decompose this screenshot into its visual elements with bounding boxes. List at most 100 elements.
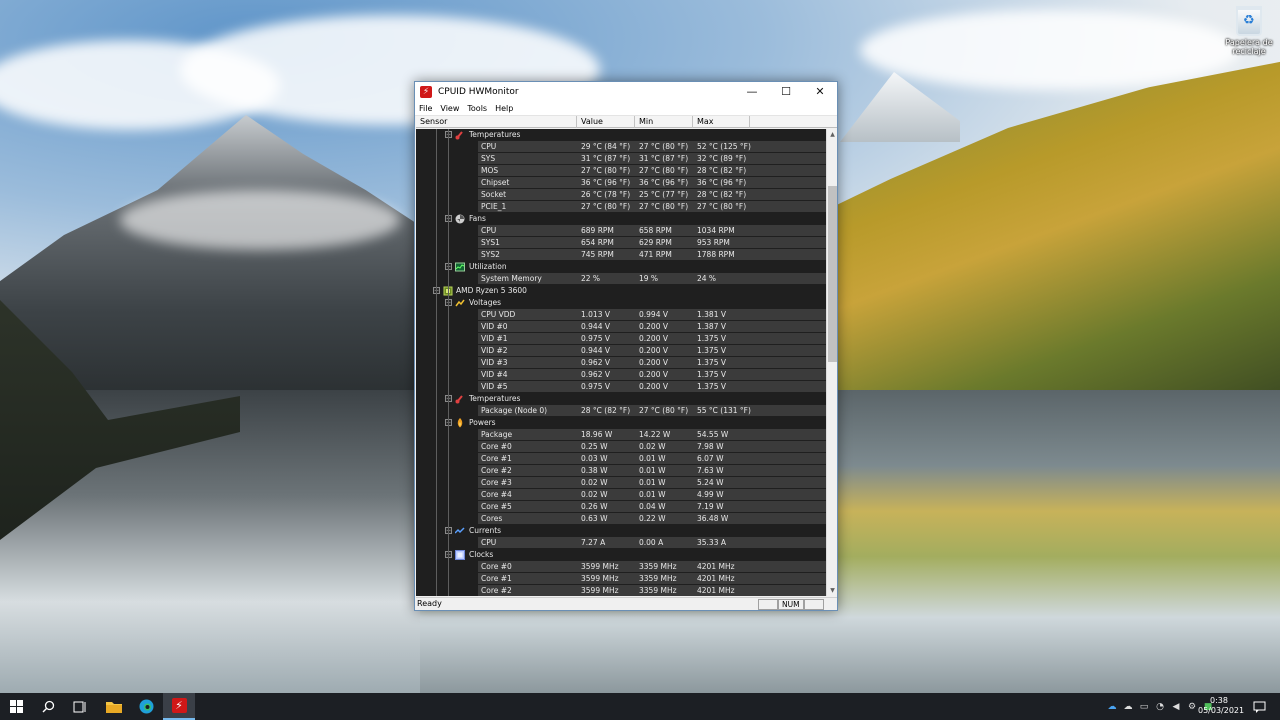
sensor-max: 953 RPM xyxy=(697,238,730,247)
hwmonitor-icon[interactable]: ⚡ xyxy=(163,693,195,720)
column-max[interactable]: Max xyxy=(693,116,750,128)
sensor-name: Core #5 xyxy=(481,502,512,511)
maximize-button[interactable]: ☐ xyxy=(769,82,803,102)
group-name: Clocks xyxy=(469,550,494,559)
current-icon xyxy=(454,526,465,536)
scroll-down-arrow[interactable]: ▼ xyxy=(828,586,837,595)
table-row[interactable]: MOS 27 °C (80 °F) 27 °C (80 °F) 28 °C (82 °… xyxy=(416,165,826,177)
menu-tools[interactable]: Tools xyxy=(467,104,487,113)
tree-group-row[interactable]: −AMD Ryzen 5 3600 xyxy=(416,285,826,297)
sensor-name: VID #5 xyxy=(481,382,508,391)
group-name: Temperatures xyxy=(469,130,521,139)
volume-icon[interactable]: ◀ xyxy=(1168,702,1184,712)
table-row[interactable]: Core #1 0.03 W 0.01 W 6.07 W xyxy=(416,453,826,465)
tree-group-row[interactable]: −Utilization xyxy=(416,261,826,273)
table-row[interactable]: Core #0 3599 MHz 3359 MHz 4201 MHz xyxy=(416,561,826,573)
file-explorer-icon[interactable] xyxy=(98,693,130,720)
sensor-min: 3359 MHz xyxy=(639,586,677,595)
power-icon xyxy=(455,418,465,428)
onedrive-icon[interactable]: ☁ xyxy=(1104,702,1120,712)
tree-group-row[interactable]: −Clocks xyxy=(416,549,826,561)
vertical-scrollbar[interactable]: ▲ ▼ xyxy=(826,129,837,596)
chat-icon[interactable] xyxy=(1244,693,1274,720)
sensor-min: 0.200 V xyxy=(639,322,668,331)
table-row[interactable]: Core #2 3599 MHz 3359 MHz 4201 MHz xyxy=(416,585,826,596)
scroll-up-arrow[interactable]: ▲ xyxy=(828,130,837,139)
status-panel xyxy=(758,599,778,610)
table-row[interactable]: VID #1 0.975 V 0.200 V 1.375 V xyxy=(416,333,826,345)
taskbar: ⚡ ☁ ☁ ▭ ◔ ◀ ⚙ ■ 0:38 05/03/2021 xyxy=(0,693,1280,720)
tree-group-row[interactable]: −Currents xyxy=(416,525,826,537)
table-row[interactable]: Cores 0.63 W 0.22 W 36.48 W xyxy=(416,513,826,525)
scroll-thumb[interactable] xyxy=(828,186,837,362)
edge-icon[interactable] xyxy=(130,693,162,720)
clock[interactable]: 0:38 05/03/2021 xyxy=(1198,696,1244,716)
table-row[interactable]: CPU 7.27 A 0.00 A 35.33 A xyxy=(416,537,826,549)
table-row[interactable]: Package (Node 0) 28 °C (82 °F) 27 °C (80 °… xyxy=(416,405,826,417)
menu-file[interactable]: File xyxy=(419,104,432,113)
sensor-min: 27 °C (80 °F) xyxy=(639,202,689,211)
sensor-min: 0.01 W xyxy=(639,466,666,475)
table-row[interactable]: Core #5 0.26 W 0.04 W 7.19 W xyxy=(416,501,826,513)
sensor-min: 31 °C (87 °F) xyxy=(639,154,689,163)
table-row[interactable]: VID #5 0.975 V 0.200 V 1.375 V xyxy=(416,381,826,393)
tree-group-row[interactable]: −Fans xyxy=(416,213,826,225)
column-sensor[interactable]: Sensor xyxy=(416,116,577,128)
table-row[interactable]: Chipset 36 °C (96 °F) 36 °C (96 °F) 36 °C (… xyxy=(416,177,826,189)
table-row[interactable]: CPU VDD 1.013 V 0.994 V 1.381 V xyxy=(416,309,826,321)
column-value[interactable]: Value xyxy=(577,116,635,128)
task-view-icon[interactable] xyxy=(64,693,96,720)
table-row[interactable]: SYS2 745 RPM 471 RPM 1788 RPM xyxy=(416,249,826,261)
table-row[interactable]: Core #4 0.02 W 0.01 W 4.99 W xyxy=(416,489,826,501)
hwmonitor-app-icon[interactable]: ⚡ xyxy=(420,86,432,98)
tree-group-row[interactable]: −Temperatures xyxy=(416,129,826,141)
search-icon[interactable] xyxy=(32,693,64,720)
sensor-value: 0.975 V xyxy=(581,334,610,343)
sensor-max: 7.19 W xyxy=(697,502,724,511)
sensor-value: 1.013 V xyxy=(581,310,610,319)
sensor-max: 1.375 V xyxy=(697,334,726,343)
table-row[interactable]: PCIE_1 27 °C (80 °F) 27 °C (80 °F) 27 °C (8… xyxy=(416,201,826,213)
sensor-max: 6.07 W xyxy=(697,454,724,463)
table-row[interactable]: Core #3 0.02 W 0.01 W 5.24 W xyxy=(416,477,826,489)
group-name: Fans xyxy=(469,214,486,223)
sensor-tree[interactable]: −TemperaturesCPU29 °C (84 °F)27 °C (80 °… xyxy=(416,129,826,596)
table-row[interactable]: Package 18.96 W 14.22 W 54.55 W xyxy=(416,429,826,441)
table-row[interactable]: SYS1 654 RPM 629 RPM 953 RPM xyxy=(416,237,826,249)
tree-group-row[interactable]: −Voltages xyxy=(416,297,826,309)
sensor-max: 7.98 W xyxy=(697,442,724,451)
recycle-bin[interactable]: Papelera de reciclaje xyxy=(1224,4,1274,64)
menu-help[interactable]: Help xyxy=(495,104,513,113)
cloud-icon[interactable]: ☁ xyxy=(1120,702,1136,712)
network-icon[interactable]: ▭ xyxy=(1136,702,1152,712)
title-bar[interactable]: ⚡ CPUID HWMonitor — ☐ ✕ xyxy=(415,82,837,102)
table-row[interactable]: System Memory 22 % 19 % 24 % xyxy=(416,273,826,285)
sensor-name: CPU VDD xyxy=(481,310,516,319)
table-row[interactable]: VID #3 0.962 V 0.200 V 1.375 V xyxy=(416,357,826,369)
column-min[interactable]: Min xyxy=(635,116,693,128)
sensor-value: 31 °C (87 °F) xyxy=(581,154,631,163)
table-row[interactable]: VID #0 0.944 V 0.200 V 1.387 V xyxy=(416,321,826,333)
table-row[interactable]: Core #1 3599 MHz 3359 MHz 4201 MHz xyxy=(416,573,826,585)
sensor-name: VID #1 xyxy=(481,334,508,343)
table-row[interactable]: SYS 31 °C (87 °F) 31 °C (87 °F) 32 °C (89 °… xyxy=(416,153,826,165)
table-row[interactable]: Core #0 0.25 W 0.02 W 7.98 W xyxy=(416,441,826,453)
table-row[interactable]: VID #4 0.962 V 0.200 V 1.375 V xyxy=(416,369,826,381)
sensor-min: 0.22 W xyxy=(639,514,666,523)
menu-view[interactable]: View xyxy=(440,104,459,113)
sensor-max: 1034 RPM xyxy=(697,226,735,235)
tree-group-row[interactable]: −Powers xyxy=(416,417,826,429)
close-button[interactable]: ✕ xyxy=(803,82,837,102)
minimize-button[interactable]: — xyxy=(735,82,769,102)
table-row[interactable]: Core #2 0.38 W 0.01 W 7.63 W xyxy=(416,465,826,477)
sensor-name: Core #0 xyxy=(481,562,512,571)
table-row[interactable]: CPU 29 °C (84 °F) 27 °C (80 °F) 52 °C (125 … xyxy=(416,141,826,153)
table-row[interactable]: CPU 689 RPM 658 RPM 1034 RPM xyxy=(416,225,826,237)
window-controls: — ☐ ✕ xyxy=(735,82,837,102)
table-row[interactable]: VID #2 0.944 V 0.200 V 1.375 V xyxy=(416,345,826,357)
sensor-name: Chipset xyxy=(481,178,510,187)
table-row[interactable]: Socket 26 °C (78 °F) 25 °C (77 °F) 28 °C (8… xyxy=(416,189,826,201)
tree-group-row[interactable]: −Temperatures xyxy=(416,393,826,405)
windows-icon[interactable] xyxy=(0,693,32,720)
wifi-icon[interactable]: ◔ xyxy=(1152,702,1168,712)
